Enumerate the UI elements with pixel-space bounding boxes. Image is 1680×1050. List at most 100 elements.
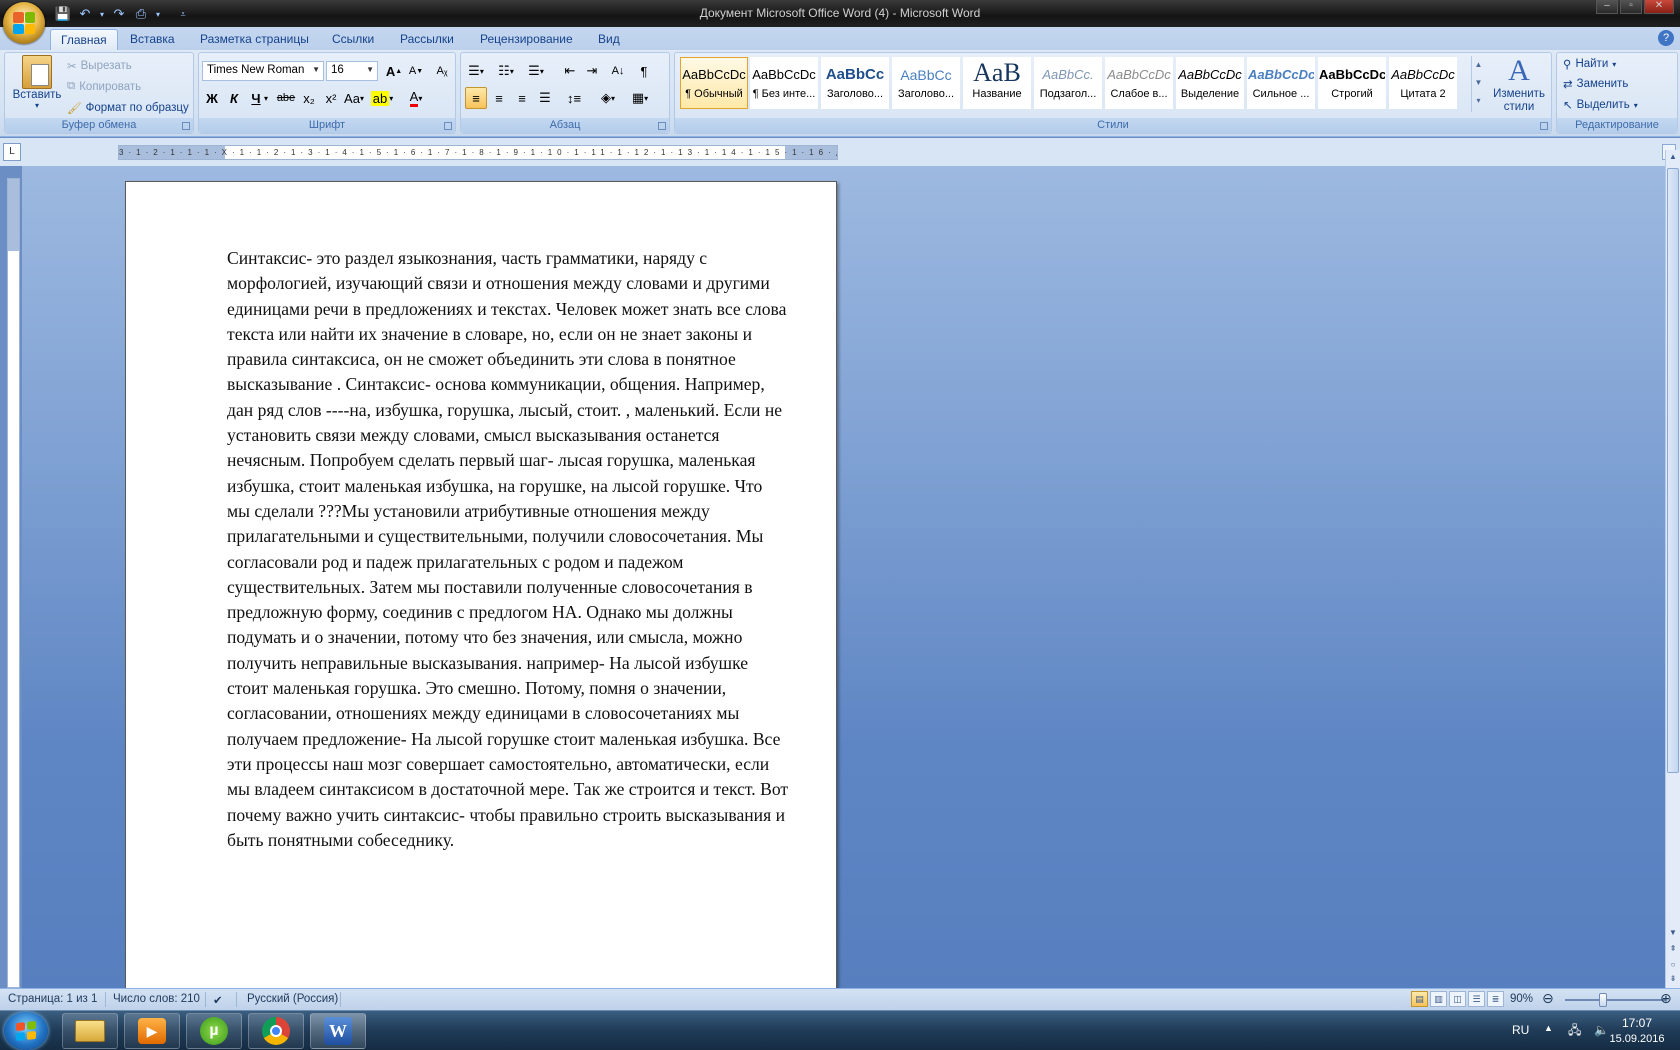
clock-time[interactable]: 17:07 xyxy=(1612,1016,1662,1030)
zoom-in-icon[interactable]: ⊕ xyxy=(1660,990,1672,1007)
style-no-spacing[interactable]: AaBbCcDc ¶ Без инте... xyxy=(750,57,818,109)
minimize-icon[interactable]: – xyxy=(1596,0,1618,14)
browse-object-icon[interactable]: ○ xyxy=(1666,958,1680,972)
justify-button[interactable]: ☰ xyxy=(534,87,556,109)
tab-insert[interactable]: Вставка xyxy=(120,29,185,50)
underline-dropdown-icon[interactable]: ▾ xyxy=(261,87,271,109)
clipboard-launcher-icon[interactable] xyxy=(182,122,190,130)
align-center-button[interactable]: ≡ xyxy=(488,87,510,109)
start-button[interactable] xyxy=(4,1012,48,1050)
multilevel-list-button[interactable]: ☰ ▾ xyxy=(525,60,547,82)
scroll-up-icon[interactable]: ▲ xyxy=(1666,150,1680,164)
taskbar-chrome[interactable] xyxy=(248,1013,304,1049)
paste-button[interactable]: Вставить ▾ xyxy=(9,55,65,110)
numbering-button[interactable]: ☷ ▾ xyxy=(495,60,517,82)
line-spacing-button[interactable]: ↕≡ xyxy=(563,87,585,109)
outline-icon[interactable]: ☰ xyxy=(1468,991,1485,1007)
clock-date[interactable]: 15.09.2016 xyxy=(1600,1033,1674,1045)
decrease-indent-button[interactable]: ⇤ xyxy=(559,60,581,82)
previous-page-icon[interactable]: ⇞ xyxy=(1666,942,1680,956)
sort-button[interactable]: A↓ xyxy=(607,60,629,82)
style-heading-2[interactable]: AaBbCc Заголово... xyxy=(892,57,960,109)
next-page-icon[interactable]: ⇟ xyxy=(1666,972,1680,986)
select-button[interactable]: ↖ Выделить ▾ xyxy=(1563,98,1638,112)
style-heading-1[interactable]: AaBbCc Заголово... xyxy=(821,57,889,109)
replace-button[interactable]: ⇄ Заменить xyxy=(1563,77,1628,91)
tab-selector-icon[interactable]: L xyxy=(3,143,21,161)
style-subtitle[interactable]: AaBbCc. Подзагол... xyxy=(1034,57,1102,109)
grow-font-button[interactable]: A ▲ xyxy=(383,60,405,82)
show-hidden-icons-icon[interactable]: ▲ xyxy=(1544,1023,1553,1033)
taskbar-media-player[interactable]: ▶ xyxy=(124,1013,180,1049)
change-styles-button[interactable]: A Изменить стили xyxy=(1488,54,1550,114)
style-normal[interactable]: AaBbCcDc ¶ Обычный xyxy=(680,57,748,109)
web-layout-icon[interactable]: ◫ xyxy=(1449,991,1466,1007)
zoom-level[interactable]: 90% xyxy=(1510,993,1533,1005)
highlight-button[interactable]: ab ▾ xyxy=(370,87,393,109)
language-indicator[interactable]: Русский (Россия) xyxy=(247,993,338,1005)
document-page[interactable]: Синтаксис- это раздел языкознания, часть… xyxy=(125,181,837,988)
format-painter-button[interactable]: 🖌 Формат по образцу xyxy=(67,101,189,115)
input-language[interactable]: RU xyxy=(1512,1023,1529,1037)
change-case-button[interactable]: Aa ▾ xyxy=(343,87,365,109)
shading-button[interactable]: ◈ ▾ xyxy=(597,87,619,109)
superscript-button[interactable]: x² xyxy=(320,87,342,109)
print-layout-icon[interactable]: ▤ xyxy=(1411,991,1428,1007)
font-launcher-icon[interactable] xyxy=(444,122,452,130)
spelling-check-icon[interactable]: ✔ xyxy=(213,993,223,1007)
word-count[interactable]: Число слов: 210 xyxy=(113,993,200,1005)
copy-button[interactable]: ⧉ Копировать xyxy=(67,80,141,93)
tab-view[interactable]: Вид xyxy=(588,29,630,50)
taskbar-utorrent[interactable]: µ xyxy=(186,1013,242,1049)
scroll-up-icon[interactable]: ▲ xyxy=(1472,56,1485,74)
page-count[interactable]: Страница: 1 из 1 xyxy=(8,993,97,1005)
zoom-slider[interactable] xyxy=(1565,999,1665,1001)
more-styles-icon[interactable]: ▾ xyxy=(1472,92,1485,110)
style-intense-emphasis[interactable]: AaBbCcDc Сильное ... xyxy=(1247,57,1315,109)
increase-indent-button[interactable]: ⇥ xyxy=(581,60,603,82)
draft-icon[interactable]: ≣ xyxy=(1487,991,1504,1007)
tab-review[interactable]: Рецензирование xyxy=(470,29,583,50)
italic-button[interactable]: К xyxy=(223,87,245,109)
font-name-select[interactable]: Times New Roman ▼ xyxy=(202,61,324,81)
maximize-icon[interactable]: ▫ xyxy=(1620,0,1642,14)
horizontal-ruler[interactable]: 3·1·2·1·1·1·X·1·1·2·1·3·1·4·1·5·1·6·1·7·… xyxy=(118,145,838,160)
borders-button[interactable]: ▦ ▾ xyxy=(629,87,651,109)
help-icon[interactable]: ? xyxy=(1658,30,1674,46)
tab-mailings[interactable]: Рассылки xyxy=(390,29,464,50)
font-color-button[interactable]: A ▾ xyxy=(405,87,427,109)
vertical-ruler[interactable] xyxy=(7,178,20,988)
zoom-out-icon[interactable]: ⊖ xyxy=(1542,990,1554,1007)
vertical-scrollbar[interactable]: ▲ ▼ ⇞ ○ ⇟ xyxy=(1665,150,1680,988)
scroll-down-icon[interactable]: ▼ xyxy=(1472,74,1485,92)
style-strong[interactable]: AaBbCcDc Строгий xyxy=(1318,57,1386,109)
cut-button[interactable]: ✂ Вырезать xyxy=(67,59,132,73)
scroll-down-icon[interactable]: ▼ xyxy=(1666,926,1680,940)
paragraph-launcher-icon[interactable] xyxy=(658,122,666,130)
styles-launcher-icon[interactable] xyxy=(1540,122,1548,130)
taskbar-explorer[interactable] xyxy=(62,1013,118,1049)
font-size-select[interactable]: 16 ▼ xyxy=(326,61,378,81)
document-body-text[interactable]: Синтаксис- это раздел языкознания, часть… xyxy=(227,246,789,853)
tab-home[interactable]: Главная xyxy=(50,29,118,50)
align-right-button[interactable]: ≡ xyxy=(511,87,533,109)
full-screen-reading-icon[interactable]: ▥ xyxy=(1430,991,1447,1007)
clear-formatting-button[interactable]: Aᵪ xyxy=(431,60,453,82)
show-marks-button[interactable]: ¶ xyxy=(633,60,655,82)
style-quote-2[interactable]: AaBbCcDc Цитата 2 xyxy=(1389,57,1457,109)
subscript-button[interactable]: x₂ xyxy=(298,87,320,109)
tab-page-layout[interactable]: Разметка страницы xyxy=(190,29,319,50)
close-icon[interactable]: ✕ xyxy=(1644,0,1674,14)
shrink-font-button[interactable]: A ▼ xyxy=(405,60,427,82)
bold-button[interactable]: Ж xyxy=(201,87,223,109)
tab-references[interactable]: Ссылки xyxy=(322,29,384,50)
taskbar-word[interactable]: W xyxy=(310,1013,366,1049)
bullets-button[interactable]: ☰ ▾ xyxy=(465,60,487,82)
strikethrough-button[interactable]: abe xyxy=(275,87,297,109)
office-button[interactable] xyxy=(3,2,45,44)
style-subtle-emphasis[interactable]: AaBbCcDc Слабое в... xyxy=(1105,57,1173,109)
align-left-button[interactable]: ≡ xyxy=(465,87,487,109)
network-icon[interactable]: 🖧 xyxy=(1568,1021,1581,1042)
style-emphasis[interactable]: AaBbCcDc Выделение xyxy=(1176,57,1244,109)
style-title[interactable]: AaB Название xyxy=(963,57,1031,109)
